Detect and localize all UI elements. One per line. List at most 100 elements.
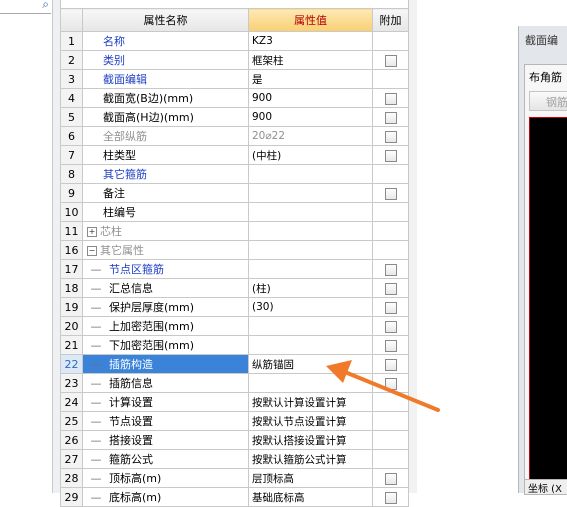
- property-name-cell[interactable]: — 箍筋公式: [82, 449, 249, 469]
- property-value-cell[interactable]: (柱): [248, 278, 373, 298]
- search-input[interactable]: ⌕: [0, 0, 51, 14]
- property-value-cell[interactable]: (中柱): [248, 145, 373, 165]
- add-checkbox[interactable]: [384, 92, 397, 105]
- property-name-cell[interactable]: 备注: [82, 183, 249, 203]
- property-value-cell[interactable]: [248, 316, 373, 336]
- add-cell[interactable]: [372, 468, 409, 488]
- property-value-cell[interactable]: [248, 335, 373, 355]
- property-value-cell[interactable]: 纵筋锚固: [248, 354, 373, 374]
- add-checkbox[interactable]: [384, 358, 397, 371]
- property-value-cell[interactable]: 按默认计算设置计算: [248, 392, 373, 412]
- property-name-cell[interactable]: 柱编号: [82, 202, 249, 222]
- property-value-cell[interactable]: [248, 164, 373, 184]
- add-checkbox[interactable]: [384, 149, 397, 162]
- property-value-cell[interactable]: 20⌀22: [248, 126, 373, 146]
- table-row[interactable]: 8 其它箍筋: [60, 164, 409, 184]
- table-row[interactable]: 20 — 上加密范围(mm): [60, 316, 409, 336]
- property-name-cell[interactable]: — 保护层厚度(mm): [82, 297, 249, 317]
- add-cell[interactable]: [372, 297, 409, 317]
- property-name-cell[interactable]: — 插筋构造: [82, 354, 249, 374]
- property-name-cell[interactable]: + 芯柱: [82, 221, 249, 241]
- property-name-cell[interactable]: — 节点设置: [82, 411, 249, 431]
- header-property-value[interactable]: 属性值: [248, 8, 373, 32]
- property-value-cell[interactable]: (30): [248, 297, 373, 317]
- property-name-cell[interactable]: — 顶标高(m): [82, 468, 249, 488]
- property-name-cell[interactable]: — 插筋信息: [82, 373, 249, 393]
- add-cell[interactable]: [372, 107, 409, 127]
- section-canvas[interactable]: [529, 117, 567, 484]
- table-row[interactable]: 16− 其它属性: [60, 240, 409, 260]
- tab-corner-rebar[interactable]: 布角筋: [529, 69, 562, 85]
- table-row[interactable]: 18 — 汇总信息 (柱): [60, 278, 409, 298]
- property-value-cell[interactable]: KZ3: [248, 31, 373, 51]
- property-name-cell[interactable]: — 计算设置: [82, 392, 249, 412]
- property-name-cell[interactable]: — 底标高(m): [82, 487, 249, 507]
- table-row[interactable]: 6 全部纵筋 20⌀22: [60, 126, 409, 146]
- property-name-cell[interactable]: — 下加密范围(mm): [82, 335, 249, 355]
- table-row[interactable]: 17 — 节点区箍筋: [60, 259, 409, 279]
- header-property-name[interactable]: 属性名称: [82, 8, 249, 32]
- property-name-cell[interactable]: 截面编辑: [82, 69, 249, 89]
- add-cell[interactable]: [372, 88, 409, 108]
- add-cell[interactable]: [372, 316, 409, 336]
- table-row[interactable]: 9 备注: [60, 183, 409, 203]
- table-row[interactable]: 22 — 插筋构造 纵筋锚固: [60, 354, 409, 374]
- property-value-cell[interactable]: 是: [248, 69, 373, 89]
- property-name-cell[interactable]: — 汇总信息: [82, 278, 249, 298]
- property-name-cell[interactable]: 截面宽(B边)(mm): [82, 88, 249, 108]
- table-row[interactable]: 4 截面宽(B边)(mm) 900: [60, 88, 409, 108]
- add-checkbox[interactable]: [384, 339, 397, 352]
- add-cell[interactable]: [372, 50, 409, 70]
- add-cell[interactable]: [372, 335, 409, 355]
- add-checkbox[interactable]: [384, 54, 397, 67]
- property-value-cell[interactable]: 按默认搭接设置计算: [248, 430, 373, 450]
- add-cell[interactable]: [372, 183, 409, 203]
- add-cell[interactable]: [372, 354, 409, 374]
- property-value-cell[interactable]: [248, 183, 373, 203]
- table-row[interactable]: 19 — 保护层厚度(mm) (30): [60, 297, 409, 317]
- property-name-cell[interactable]: − 其它属性: [82, 240, 249, 260]
- add-checkbox[interactable]: [384, 472, 397, 485]
- property-name-cell[interactable]: 全部纵筋: [82, 126, 249, 146]
- property-value-cell[interactable]: 按默认箍筋公式计算: [248, 449, 373, 469]
- property-name-cell[interactable]: 截面高(H边)(mm): [82, 107, 249, 127]
- property-name-cell[interactable]: — 搭接设置: [82, 430, 249, 450]
- table-row[interactable]: 1 名称 KZ3: [60, 31, 409, 51]
- header-add[interactable]: 附加: [372, 8, 409, 32]
- add-checkbox[interactable]: [384, 377, 397, 390]
- property-name-cell[interactable]: 其它箍筋: [82, 164, 249, 184]
- property-value-cell[interactable]: 900: [248, 107, 373, 127]
- property-value-cell[interactable]: [248, 202, 373, 222]
- add-cell[interactable]: [372, 373, 409, 393]
- property-name-cell[interactable]: — 节点区箍筋: [82, 259, 249, 279]
- table-row[interactable]: 27 — 箍筋公式 按默认箍筋公式计算: [60, 449, 409, 469]
- table-row[interactable]: 11 + 芯柱: [60, 221, 409, 241]
- table-row[interactable]: 10 柱编号: [60, 202, 409, 222]
- table-row[interactable]: 5 截面高(H边)(mm) 900: [60, 107, 409, 127]
- property-name-cell[interactable]: — 上加密范围(mm): [82, 316, 249, 336]
- table-row[interactable]: 29 — 底标高(m) 基础底标高: [60, 487, 409, 507]
- table-row[interactable]: 3 截面编辑 是: [60, 69, 409, 89]
- property-value-cell[interactable]: 按默认节点设置计算: [248, 411, 373, 431]
- table-row[interactable]: 2 类别 框架柱: [60, 50, 409, 70]
- rebar-button[interactable]: 钢筋: [529, 91, 567, 111]
- table-row[interactable]: 7 柱类型 (中柱): [60, 145, 409, 165]
- add-checkbox[interactable]: [384, 187, 397, 200]
- table-row[interactable]: 21 — 下加密范围(mm): [60, 335, 409, 355]
- property-name-cell[interactable]: 柱类型: [82, 145, 249, 165]
- add-checkbox[interactable]: [384, 130, 397, 143]
- add-checkbox[interactable]: [384, 111, 397, 124]
- add-checkbox[interactable]: [384, 491, 397, 504]
- table-row[interactable]: 26 — 搭接设置 按默认搭接设置计算: [60, 430, 409, 450]
- property-value-cell[interactable]: 基础底标高: [248, 487, 373, 507]
- add-cell[interactable]: [372, 145, 409, 165]
- add-checkbox[interactable]: [384, 263, 397, 276]
- property-value-cell[interactable]: [248, 221, 373, 241]
- table-row[interactable]: 23 — 插筋信息: [60, 373, 409, 393]
- add-cell[interactable]: [372, 126, 409, 146]
- table-row[interactable]: 28 — 顶标高(m) 层顶标高: [60, 468, 409, 488]
- property-value-cell[interactable]: [248, 259, 373, 279]
- add-checkbox[interactable]: [384, 320, 397, 333]
- add-cell[interactable]: [372, 487, 409, 507]
- add-checkbox[interactable]: [384, 282, 397, 295]
